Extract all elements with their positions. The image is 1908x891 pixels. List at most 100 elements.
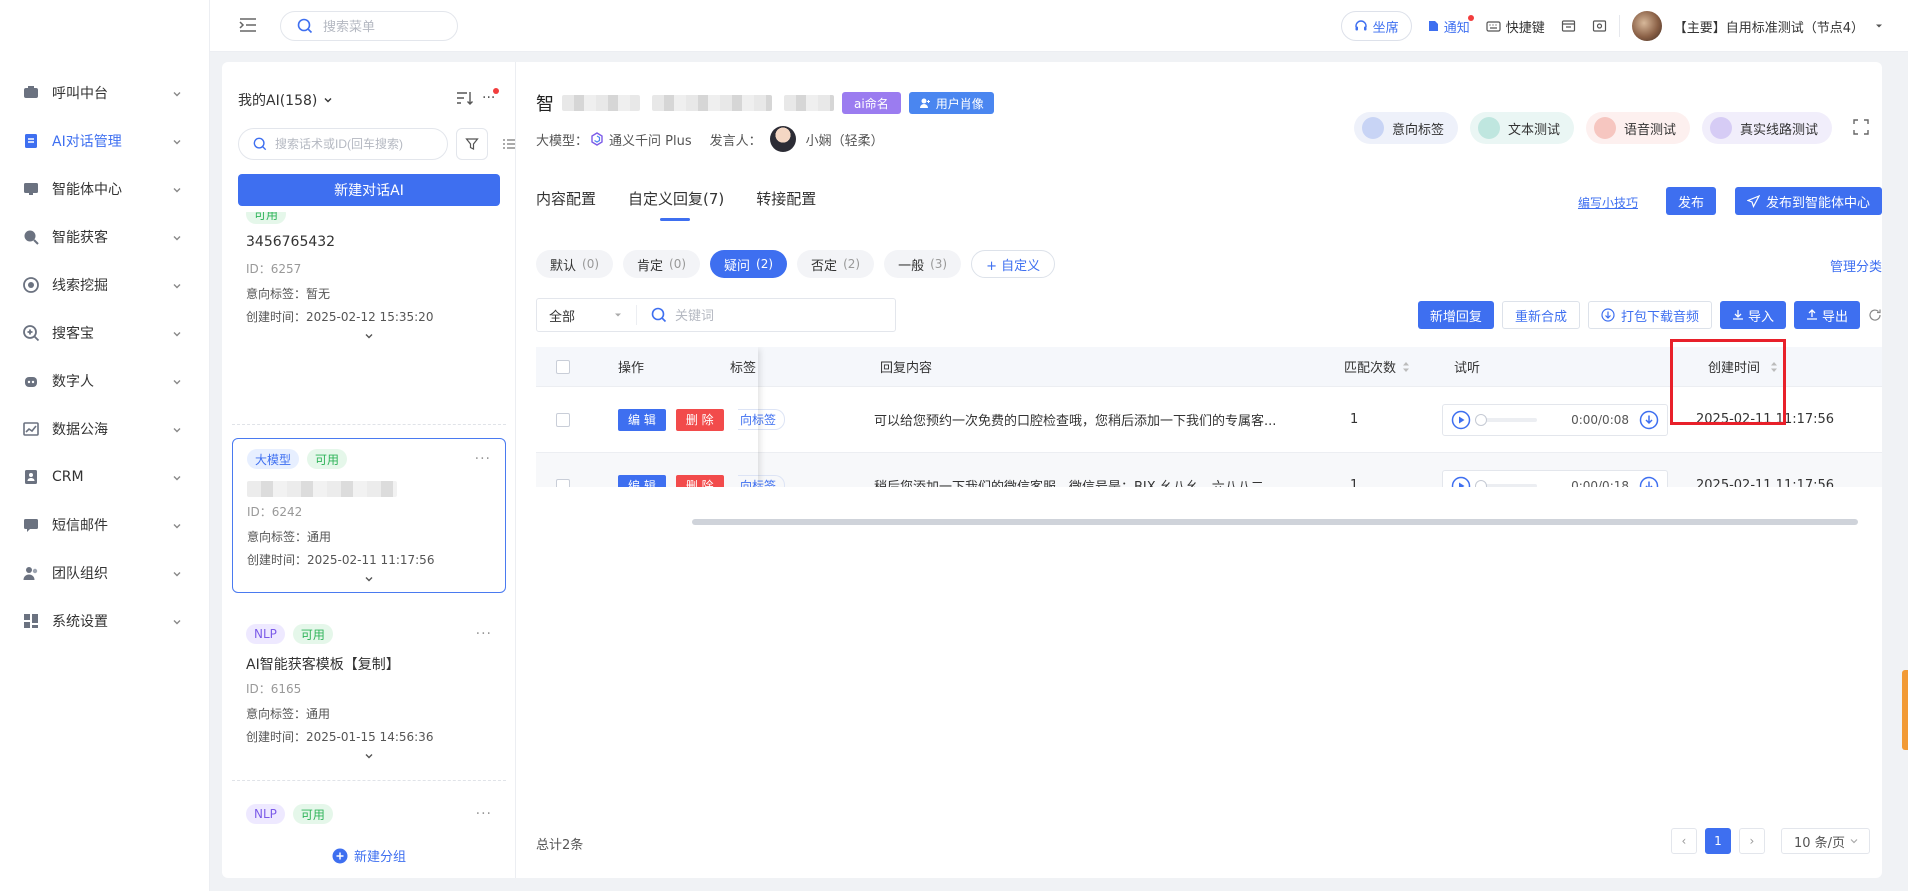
collapse-menu-icon[interactable] xyxy=(238,16,258,34)
horizontal-scrollbar[interactable] xyxy=(692,519,1858,525)
export-button[interactable]: 导出 xyxy=(1793,301,1860,329)
list-icon[interactable] xyxy=(502,137,516,151)
audio-progress[interactable] xyxy=(1475,479,1537,487)
card-divider xyxy=(232,780,506,781)
audio-progress-knob[interactable] xyxy=(1475,479,1487,487)
category-chip[interactable]: 一般 (3) xyxy=(884,250,962,278)
nav-item[interactable]: 系统设置 xyxy=(0,601,210,641)
nav-item[interactable]: 智能获客 xyxy=(0,217,210,257)
nav-item[interactable]: CRM xyxy=(0,457,210,497)
new-group-button[interactable]: 新建分组 xyxy=(222,846,516,865)
model-value: 通义千问 Plus xyxy=(609,133,692,149)
filter-button[interactable] xyxy=(456,128,488,160)
menu-search-input[interactable] xyxy=(323,18,443,34)
resynth-button[interactable]: 重新合成 xyxy=(1501,301,1580,329)
category-chip[interactable]: 否定 (2) xyxy=(797,250,875,278)
download-icon[interactable] xyxy=(1639,410,1659,430)
tool-button[interactable]: 语音测试 xyxy=(1585,112,1690,144)
publish-button[interactable]: 发布 xyxy=(1665,187,1716,215)
download-icon[interactable] xyxy=(1639,476,1659,487)
expand-card[interactable] xyxy=(247,574,491,584)
nav-item[interactable]: 搜客宝 xyxy=(0,313,210,353)
nav-item[interactable]: 数字人 xyxy=(0,361,210,401)
ai-card[interactable]: NLP 可用 ··· AI智能获客模板【复制】 ID：6165 意向标签：通用 创建时间：2… xyxy=(232,624,506,761)
import-button[interactable]: 导入 xyxy=(1719,301,1786,329)
custom-category-button[interactable]: + 自定义 xyxy=(971,250,1056,278)
select-all-checkbox[interactable] xyxy=(556,359,570,374)
nav-item[interactable]: 线索挖掘 xyxy=(0,265,210,305)
nav-item[interactable]: 智能体中心 xyxy=(0,169,210,209)
user-persona-badge[interactable]: 用户肖像 xyxy=(908,92,994,114)
tag-select[interactable]: 全部 xyxy=(537,305,637,325)
search-plus-icon xyxy=(22,324,40,342)
add-reply-button[interactable]: 新增回复 xyxy=(1417,301,1494,329)
play-icon[interactable] xyxy=(1451,410,1471,430)
play-icon[interactable] xyxy=(1451,476,1471,488)
ai-search-input[interactable] xyxy=(275,137,435,151)
ai-card[interactable]: 可用 3456765432 ID：6257 意向标签：暂无 创建时间：2025-02-1… xyxy=(232,212,506,341)
caret-down-icon[interactable] xyxy=(1874,21,1884,31)
side-drawer-tab[interactable] xyxy=(1902,670,1908,750)
next-page-button[interactable]: › xyxy=(1738,828,1765,854)
detail-tab[interactable]: 内容配置 xyxy=(536,188,596,221)
more-icon[interactable]: ··· xyxy=(475,451,491,467)
tool-button[interactable]: 意向标签 xyxy=(1353,112,1458,144)
delete-button[interactable]: 删 除 xyxy=(675,408,724,431)
shortcut-button[interactable]: 快捷键 xyxy=(1486,17,1545,36)
expand-card[interactable] xyxy=(246,751,492,761)
intent-tag: 向标签 xyxy=(738,475,786,487)
expand-card[interactable] xyxy=(246,331,492,341)
nav-item[interactable]: 短信邮件 xyxy=(0,505,210,545)
edit-button[interactable]: 编 辑 xyxy=(618,474,666,487)
nav-item[interactable]: 团队组织 xyxy=(0,553,210,593)
audio-progress-knob[interactable] xyxy=(1475,413,1487,426)
ai-list-header[interactable]: 我的AI(158) xyxy=(238,90,333,110)
fullscreen-icon[interactable] xyxy=(1852,118,1870,136)
page-number[interactable]: 1 xyxy=(1704,828,1731,854)
more-icon[interactable]: ··· xyxy=(482,88,500,106)
tool-button[interactable]: 文本测试 xyxy=(1469,112,1574,144)
nav-item[interactable]: AI对话管理 xyxy=(0,121,210,161)
nav-item-label: 搜客宝 xyxy=(52,326,94,342)
row-checkbox[interactable] xyxy=(556,412,570,427)
header-match[interactable]: 匹配次数 xyxy=(1344,347,1410,386)
publish-to-center-button[interactable]: 发布到智能体中心 xyxy=(1734,187,1882,215)
nav-item[interactable]: 数据公海 xyxy=(0,409,210,449)
category-chip[interactable]: 疑问 (2) xyxy=(710,250,788,278)
page-size-select[interactable]: 10 条/页 xyxy=(1780,828,1870,854)
user-name[interactable]: 【主要】自用标准测试（节点4） xyxy=(1674,17,1864,36)
image-icon[interactable] xyxy=(1592,19,1607,33)
ai-search-box[interactable] xyxy=(238,128,448,160)
refresh-icon[interactable] xyxy=(1868,308,1882,322)
detail-tab[interactable]: 转接配置 xyxy=(756,188,816,221)
user-avatar[interactable] xyxy=(1631,11,1662,41)
category-chip[interactable]: 肯定 (0) xyxy=(623,250,701,278)
tool-button[interactable]: 真实线路测试 xyxy=(1701,112,1832,144)
more-icon[interactable]: ··· xyxy=(476,626,492,642)
ai-name-badge[interactable]: ai命名 xyxy=(842,92,901,114)
left-navigation: 呼叫中台 AI对话管理 智能体中心智能获客线索挖掘搜客宝数字人数据公海 CRM 短信邮件… xyxy=(0,0,210,891)
new-ai-button[interactable]: 新建对话AI xyxy=(238,174,500,206)
download-audio-button[interactable]: 打包下载音频 xyxy=(1587,301,1712,329)
more-icon[interactable]: ··· xyxy=(476,806,492,822)
manage-category-link[interactable]: 管理分类 xyxy=(1830,256,1882,275)
delete-button[interactable]: 删 除 xyxy=(675,474,724,487)
nav-item-label: 短信邮件 xyxy=(52,518,108,534)
sort-icon[interactable] xyxy=(456,90,474,106)
category-chip[interactable]: 默认 (0) xyxy=(536,250,614,278)
menu-search-box[interactable] xyxy=(280,11,458,41)
keyword-input[interactable] xyxy=(675,307,875,323)
audio-progress[interactable] xyxy=(1475,413,1537,426)
calendar-icon[interactable] xyxy=(1561,19,1576,33)
seat-button[interactable]: 坐席 xyxy=(1340,11,1412,41)
tool-button-label: 语音测试 xyxy=(1623,122,1676,138)
detail-tab[interactable]: 自定义回复(7) xyxy=(628,188,724,221)
ai-card[interactable]: NLP可用···家装【复制】ID：6136意向标签：装修1 xyxy=(232,804,506,836)
prev-page-button[interactable]: ‹ xyxy=(1670,828,1697,854)
notice-button[interactable]: 通知 xyxy=(1426,14,1474,36)
row-checkbox[interactable] xyxy=(556,478,570,487)
ai-card[interactable]: 大模型 可用 ··· ID：6242 意向标签：通用 创建时间：2025-02-11 11… xyxy=(232,438,506,593)
writing-tips-link[interactable]: 编写小技巧 xyxy=(1578,194,1638,211)
edit-button[interactable]: 编 辑 xyxy=(618,408,666,431)
nav-item[interactable]: 呼叫中台 xyxy=(0,73,210,113)
